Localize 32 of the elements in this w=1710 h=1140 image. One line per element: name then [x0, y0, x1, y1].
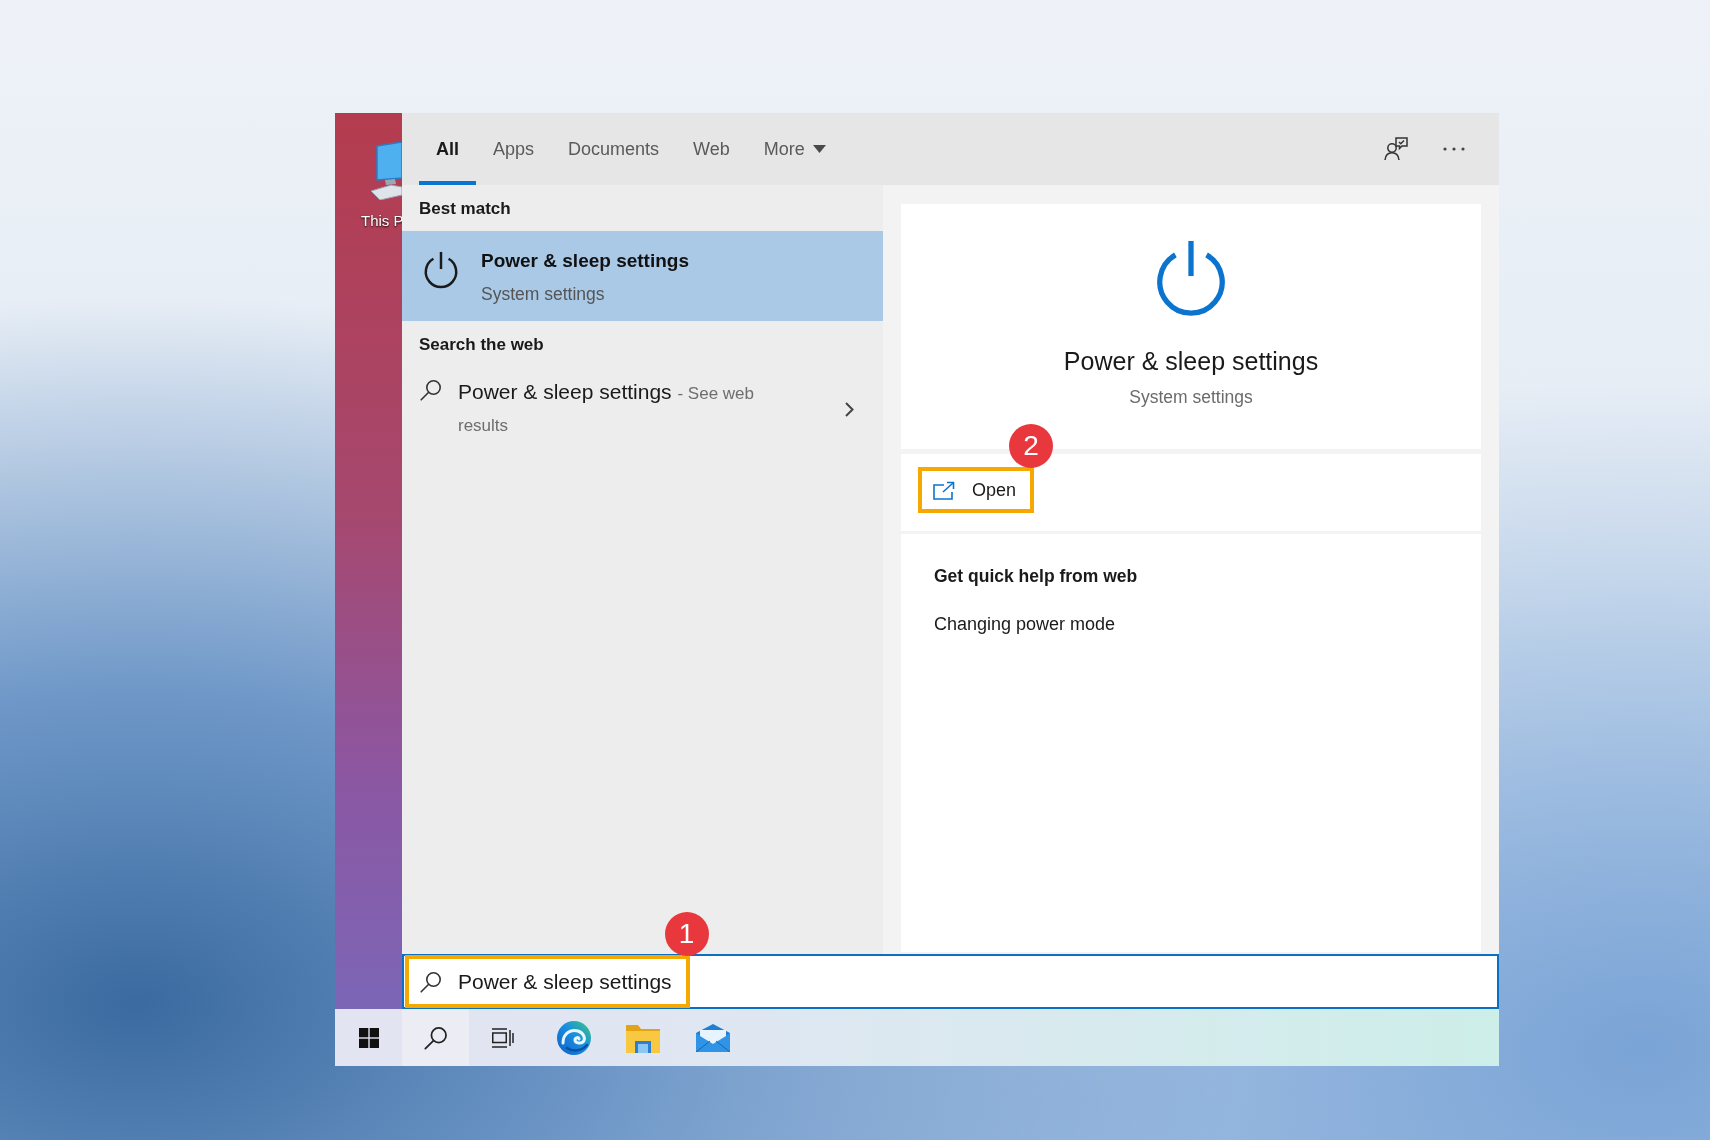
tab[interactable]: Documents [551, 113, 677, 185]
envelope-icon [696, 1023, 730, 1052]
section-heading: Best match [419, 199, 511, 218]
four-panes-icon [358, 1027, 379, 1048]
preview-subtitle: System settings [1129, 386, 1253, 409]
search-query: Power & sleep settings [458, 968, 672, 995]
help-link[interactable]: Changing power mode [934, 612, 1116, 636]
caret-icon [812, 145, 826, 153]
power-icon [422, 251, 460, 289]
result-item[interactable]: Power & sleep settings - See web results [402, 367, 883, 449]
person-bubble-icon[interactable] [1384, 137, 1408, 161]
section-heading: Search the web [419, 335, 544, 354]
chevron-right-icon [845, 401, 854, 417]
search-icon [420, 970, 442, 993]
search-field[interactable] [402, 954, 1499, 1009]
search-button[interactable] [402, 1009, 469, 1066]
swirl-icon [557, 1020, 591, 1055]
stacked-windows-icon [491, 1027, 514, 1048]
help-heading: Get quick help from web [934, 565, 1138, 588]
tab[interactable]: Web [676, 113, 747, 185]
preview-title: Power & sleep settings [1063, 346, 1319, 377]
tab[interactable]: Apps [476, 113, 552, 185]
folder-icon [626, 1022, 660, 1053]
dropdown-tab[interactable]: More [746, 113, 843, 185]
search-icon [420, 379, 442, 401]
desktop-icon-label: This P [361, 212, 402, 230]
step-badge: 2 [1009, 424, 1054, 468]
action-button[interactable]: Open [922, 471, 1031, 509]
search-icon [423, 1025, 448, 1050]
ellipsis-icon[interactable] [1443, 147, 1465, 151]
result-item[interactable]: Power & sleep settings System settings [402, 231, 883, 321]
external-link-icon [933, 480, 955, 500]
